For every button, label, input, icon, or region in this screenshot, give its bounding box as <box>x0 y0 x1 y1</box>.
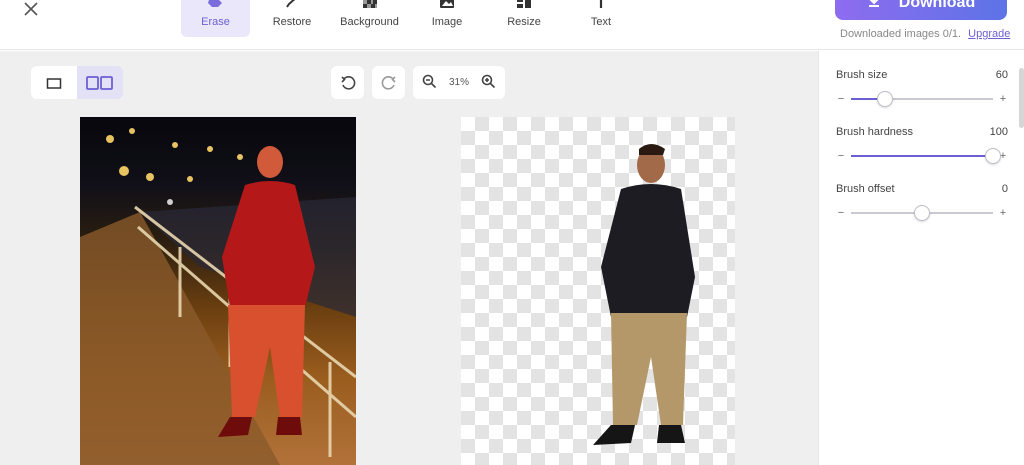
brush-size-value: 60 <box>995 69 1008 81</box>
tool-background[interactable]: Background <box>337 0 402 37</box>
image-icon <box>440 0 454 11</box>
redo-icon <box>381 75 396 90</box>
download-status: Downloaded images 0/1. Upgrade <box>840 28 1010 40</box>
original-image[interactable] <box>80 117 356 465</box>
tool-background-label: Background <box>340 16 399 28</box>
slider-fill <box>851 155 993 157</box>
zoom-out-icon <box>422 74 437 88</box>
result-image[interactable] <box>461 117 735 465</box>
result-photo-illustration <box>593 144 695 445</box>
download-icon <box>867 0 881 12</box>
plus-icon[interactable]: + <box>998 93 1008 105</box>
brush-settings-panel: Brush size 60 − + Brush hardness 100 − + <box>818 51 1024 465</box>
brush-hardness-setting: Brush hardness 100 − + <box>836 126 1008 164</box>
tool-image[interactable]: Image <box>426 0 468 37</box>
minus-icon[interactable]: − <box>836 93 846 105</box>
undo-button[interactable] <box>331 66 364 99</box>
view-mode-toggle <box>31 66 123 99</box>
plus-icon[interactable]: + <box>998 207 1008 219</box>
brush-size-label: Brush size <box>836 69 888 81</box>
slider-thumb[interactable] <box>914 205 930 221</box>
tool-restore[interactable]: Restore <box>266 0 318 37</box>
brush-offset-label: Brush offset <box>836 183 895 195</box>
brush-icon <box>285 0 299 11</box>
zoom-in-button[interactable] <box>481 74 496 92</box>
resize-icon <box>517 0 531 11</box>
tool-text-label: Text <box>590 16 612 28</box>
upgrade-link[interactable]: Upgrade <box>968 28 1010 40</box>
zoom-controls: 31% <box>413 66 505 99</box>
brush-hardness-slider[interactable]: − + <box>836 148 1008 164</box>
slider-track[interactable] <box>851 148 1001 164</box>
panel-scrollbar[interactable] <box>1019 68 1024 128</box>
brush-hardness-value: 100 <box>989 126 1008 138</box>
tool-erase-label: Erase <box>201 16 230 28</box>
tool-image-label: Image <box>431 16 463 28</box>
tool-resize-label: Resize <box>507 16 541 28</box>
slider-thumb[interactable] <box>985 148 1001 164</box>
brush-size-setting: Brush size 60 − + <box>836 69 1008 107</box>
slider-track[interactable] <box>851 205 993 221</box>
split-view-button[interactable] <box>77 66 123 99</box>
minus-icon[interactable]: − <box>836 207 846 219</box>
redo-button[interactable] <box>372 66 405 99</box>
tool-erase[interactable]: Erase <box>181 0 250 37</box>
download-button[interactable]: Download <box>835 0 1007 20</box>
top-toolbar: Erase Restore Background Image Resize Te… <box>0 0 1024 50</box>
eraser-icon <box>207 0 225 11</box>
brush-size-slider[interactable]: − + <box>836 91 1008 107</box>
slider-track[interactable] <box>851 91 993 107</box>
zoom-level: 31% <box>448 77 469 88</box>
single-view-button[interactable] <box>31 66 77 99</box>
close-icon <box>24 2 38 16</box>
text-icon <box>594 0 608 11</box>
brush-hardness-label: Brush hardness <box>836 126 914 138</box>
minus-icon[interactable]: − <box>836 150 846 162</box>
checkerboard-icon <box>362 0 377 11</box>
tool-restore-label: Restore <box>272 16 312 28</box>
canvas-area: 31% <box>0 51 818 465</box>
slider-thumb[interactable] <box>877 91 894 107</box>
brush-offset-value: 0 <box>1001 183 1008 195</box>
original-photo-illustration <box>80 128 356 465</box>
split-view-icon <box>86 75 113 90</box>
download-count-text: Downloaded images 0/1. <box>840 28 962 40</box>
close-button[interactable] <box>20 0 42 18</box>
undo-icon <box>340 75 355 90</box>
zoom-out-button[interactable] <box>422 74 437 92</box>
single-view-icon <box>46 77 62 89</box>
tool-resize[interactable]: Resize <box>503 0 545 37</box>
brush-offset-setting: Brush offset 0 − + <box>836 183 1008 221</box>
download-label: Download <box>898 0 976 11</box>
zoom-in-icon <box>481 74 496 88</box>
tool-text[interactable]: Text <box>584 0 618 37</box>
brush-offset-slider[interactable]: − + <box>836 205 1008 221</box>
